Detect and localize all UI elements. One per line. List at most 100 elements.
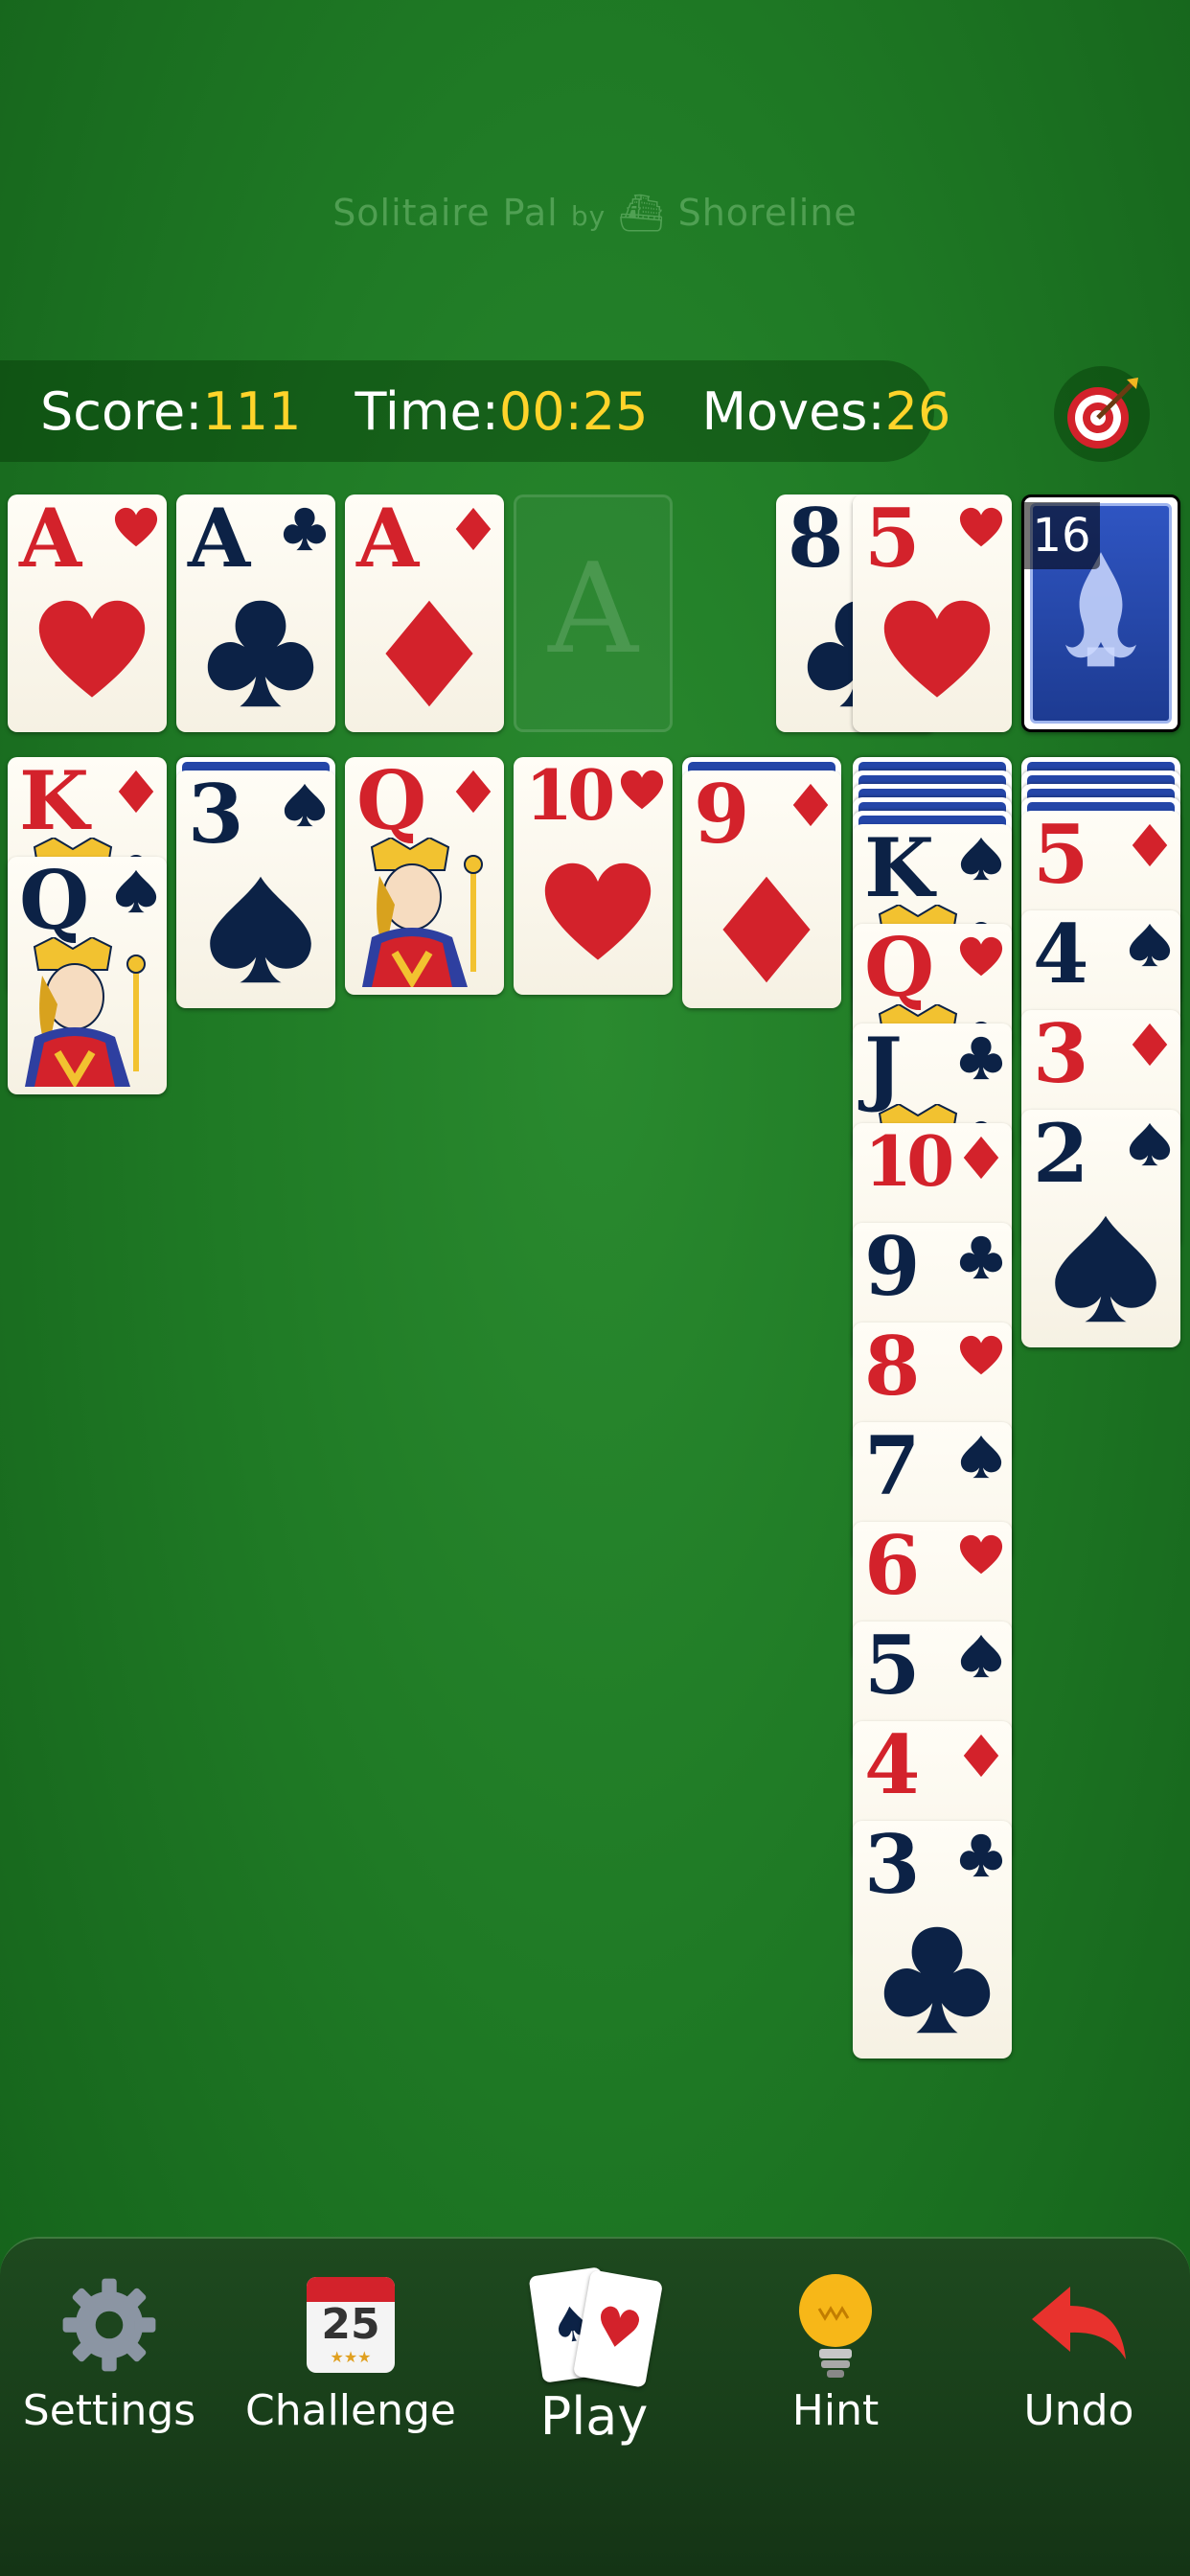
hearts-suit-icon [959,507,1003,547]
foundation-placeholder: A [548,536,638,681]
card-rank: 5 [864,494,921,586]
card-tableau-6-11[interactable]: 3 [853,1821,1012,2058]
card-rank: A [19,494,81,586]
queen-portrait-icon [15,935,159,1089]
play-label: Play [539,2386,649,2447]
card-rank: 4 [864,1721,921,1812]
card-rank: 4 [1033,910,1089,1001]
card-rank: Q [356,757,426,848]
card-rank: 9 [694,770,750,862]
hearts-suit-icon [38,600,146,698]
card-rank: K [19,757,89,848]
spades-suit-icon [1055,1215,1156,1322]
time-display: Time:00:25 [355,381,649,442]
play-button[interactable]: ♠ ♥ Play [489,2266,699,2459]
clubs-suit-icon [959,1036,1003,1080]
card-tableau-7-4[interactable]: 2 [1021,1110,1180,1347]
card-tableau-4-1[interactable]: 10 [514,757,673,995]
target-icon [1067,378,1138,448]
undo-label: Undo [1023,2386,1134,2435]
card-rank: 10 [525,757,615,836]
calendar-icon: 25 ★★★ [293,2267,408,2382]
card-rank: 5 [864,1622,921,1713]
card-waste-2[interactable]: 5 [853,494,1012,732]
spades-suit-icon [1129,1122,1171,1166]
card-rank: 5 [1033,811,1089,902]
hint-button[interactable]: Hint [730,2267,941,2459]
hearts-suit-icon [959,1335,1003,1375]
card-rank: 3 [1033,1010,1089,1101]
ship-icon: ⛴ [618,192,666,234]
spades-suit-icon [960,837,1002,881]
hearts-suit-icon [114,507,158,547]
score-display: Score:111 [40,381,302,442]
diamonds-suit-icon [455,770,492,814]
card-rank: 6 [864,1522,921,1613]
cards-icon: ♠ ♥ [522,2266,666,2388]
card-rank: 7 [864,1422,921,1513]
moves-label: Moves: [701,380,885,442]
hearts-suit-icon [883,600,991,698]
spades-suit-icon [115,869,157,913]
hearts-suit-icon [959,936,1003,977]
score-value: 111 [202,380,302,442]
clubs-suit-icon [207,600,314,707]
spades-suit-icon [1129,923,1171,967]
watermark-by: by [570,200,606,232]
diamonds-suit-icon [1132,823,1168,867]
gear-icon [62,2278,156,2372]
card-rank: J [864,1024,903,1115]
challenge-label: Challenge [245,2386,456,2435]
clubs-suit-icon [959,1235,1003,1279]
clubs-suit-icon [883,1926,991,2034]
hearts-suit-icon [959,1534,1003,1575]
diamonds-suit-icon [963,1136,999,1180]
card-rank: A [356,494,419,586]
score-label: Score: [40,380,203,442]
spades-suit-icon [210,876,311,983]
challenge-day: 25 [321,2300,380,2349]
moves-value: 26 [884,380,951,442]
card-rank: 3 [864,1821,921,1912]
diamonds-suit-icon [455,507,492,551]
diamonds-suit-icon [963,1734,999,1778]
card-rank: 3 [188,770,244,862]
settings-button[interactable]: Settings [4,2267,215,2459]
watermark-title: Solitaire Pal [332,192,559,234]
clubs-suit-icon [959,1833,1003,1877]
card-rank: 8 [864,1322,921,1414]
spades-suit-icon [960,1435,1002,1479]
diamonds-suit-icon [118,770,154,814]
card-rank: Q [19,857,89,948]
card-tableau-3-1[interactable]: Q [345,757,504,995]
card-foundation-2[interactable]: A [176,494,335,732]
moves-display: Moves:26 [702,381,951,442]
queen-portrait-icon [353,836,496,989]
score-bar: Score:111 Time:00:25 Moves:26 [0,360,950,462]
card-rank: 9 [864,1223,921,1314]
hearts-suit-icon [620,770,664,810]
card-rank: K [864,824,934,915]
hearts-suit-icon [544,862,652,960]
diamonds-suit-icon [1132,1023,1168,1067]
lightbulb-icon [799,2273,872,2378]
card-foundation-1[interactable]: A [8,494,167,732]
stock-count: 16 [1023,502,1100,569]
card-tableau-2-1[interactable]: 3 [176,770,335,1008]
diamonds-suit-icon [385,600,473,707]
card-rank: A [188,494,250,586]
spades-suit-icon [960,1634,1002,1678]
watermark-brand: Shoreline [677,192,858,234]
undo-arrow-icon [1032,2287,1126,2359]
goals-button[interactable] [1054,366,1150,462]
app-watermark: Solitaire Pal by ⛴ Shoreline [0,192,1190,235]
foundation-slot-4[interactable]: A [514,494,673,732]
challenge-button[interactable]: 25 ★★★ Challenge [245,2267,456,2459]
card-foundation-3[interactable]: A [345,494,504,732]
card-tableau-1-2[interactable]: Q [8,857,167,1094]
card-rank: 8 [788,494,844,586]
card-tableau-5-1[interactable]: 9 [682,770,841,1008]
time-value: 00:25 [498,380,649,442]
hint-label: Hint [791,2386,880,2435]
undo-button[interactable]: Undo [973,2267,1184,2459]
